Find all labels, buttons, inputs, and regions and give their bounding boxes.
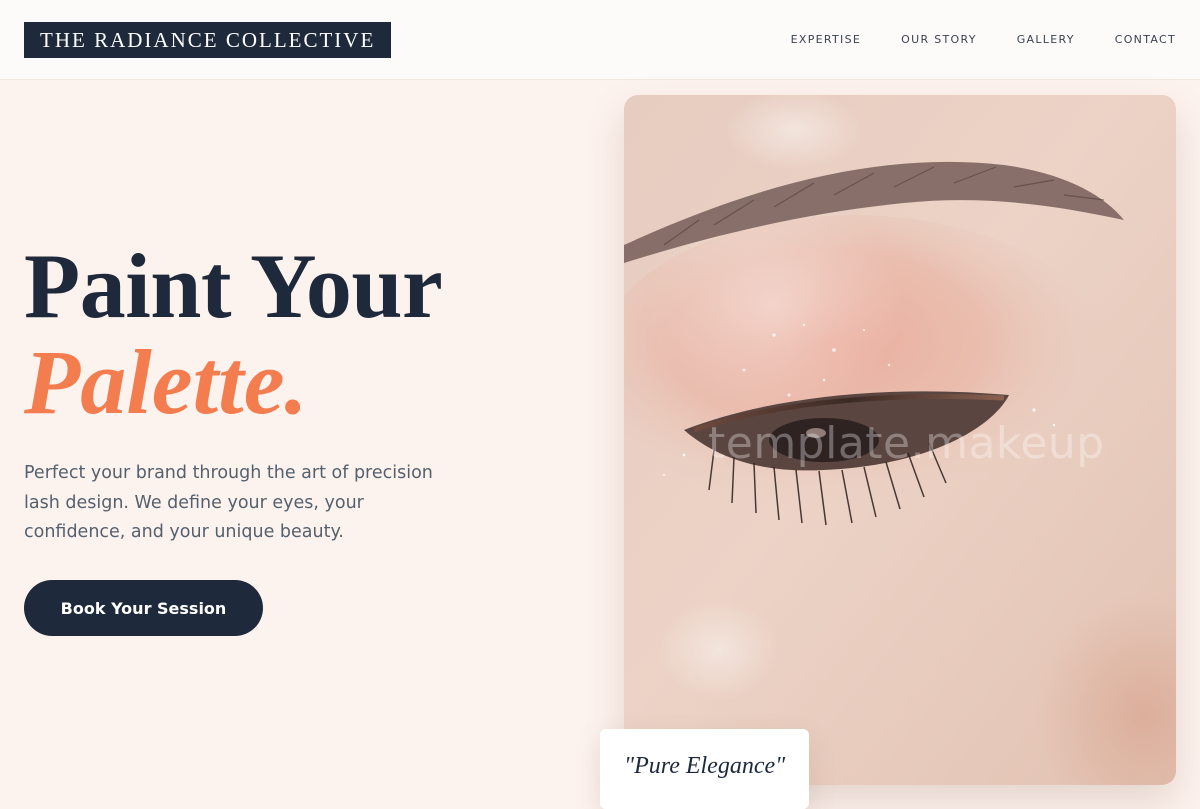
quote-card: "Pure Elegance" <box>600 729 809 809</box>
site-header: THE RADIANCE COLLECTIVE EXPERTISE OUR ST… <box>0 0 1200 80</box>
hero-title-line2: Palette. <box>24 331 308 433</box>
nav-link-our-story[interactable]: OUR STORY <box>901 33 977 46</box>
hero-description: Perfect your brand through the art of pr… <box>24 463 433 542</box>
main-nav: EXPERTISE OUR STORY GALLERY CONTACT <box>791 33 1176 46</box>
nav-link-expertise[interactable]: EXPERTISE <box>791 33 862 46</box>
quote-text: "Pure Elegance" <box>624 753 786 779</box>
hero-title-line1: Paint Your <box>24 235 443 337</box>
hero-eye-photo <box>624 95 1176 785</box>
site-logo[interactable]: THE RADIANCE COLLECTIVE <box>24 21 392 58</box>
book-session-button[interactable]: Book Your Session <box>24 580 263 636</box>
nav-link-gallery[interactable]: GALLERY <box>1017 33 1075 46</box>
nav-link-contact[interactable]: CONTACT <box>1115 33 1176 46</box>
eye-makeup-illustration <box>624 95 1176 785</box>
hero-title: Paint Your Palette. <box>24 235 443 433</box>
